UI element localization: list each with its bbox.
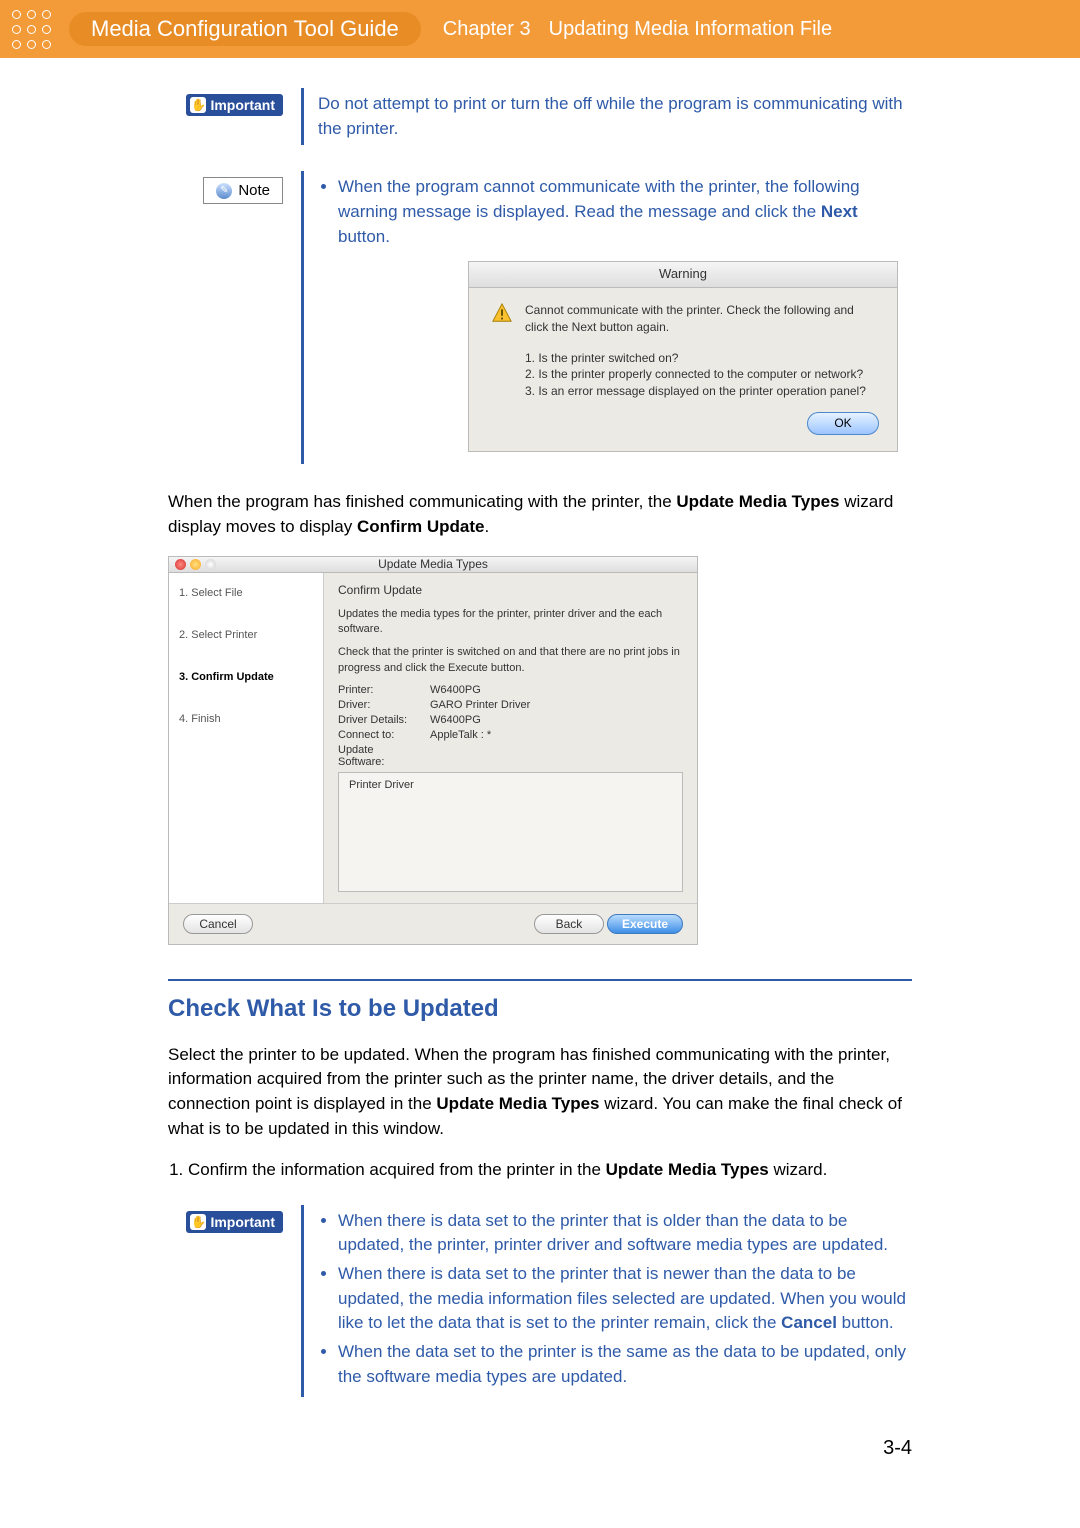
page-header: Media Configuration Tool Guide Chapter 3… bbox=[0, 0, 1080, 58]
note-body: When the program cannot communicate with… bbox=[301, 171, 912, 464]
wizard-desc: Check that the printer is switched on an… bbox=[338, 645, 683, 676]
important-badge: ✋ Important bbox=[186, 94, 283, 116]
warning-icon bbox=[491, 302, 513, 324]
pencil-icon: ✎ bbox=[216, 183, 232, 199]
chapter-label: Chapter 3 bbox=[443, 18, 531, 41]
wizard-desc: Updates the media types for the printer,… bbox=[338, 607, 683, 638]
list-item: Printer Driver bbox=[349, 779, 672, 791]
execute-button[interactable]: Execute bbox=[607, 914, 683, 934]
warning-dialog: Warning Cannot communicate with the prin… bbox=[468, 261, 898, 452]
important-body-2: When there is data set to the printer th… bbox=[301, 1205, 912, 1397]
important-bullet: When there is data set to the printer th… bbox=[338, 1209, 912, 1258]
important-text: Do not attempt to print or turn the off … bbox=[301, 88, 912, 145]
note-label: Note bbox=[238, 182, 270, 199]
important-bullet: When the data set to the printer is the … bbox=[338, 1340, 912, 1389]
wizard-title: Update Media Types bbox=[169, 557, 697, 571]
step-1: Confirm the information acquired from th… bbox=[188, 1157, 912, 1183]
important-bullet: When there is data set to the printer th… bbox=[338, 1262, 912, 1336]
note-badge: ✎ Note bbox=[203, 177, 283, 204]
wizard-step: 1. Select File bbox=[179, 587, 313, 599]
wizard-steps: 1. Select File 2. Select Printer 3. Conf… bbox=[169, 573, 324, 903]
chapter-breadcrumb: Chapter 3 Updating Media Information Fil… bbox=[443, 18, 832, 41]
wizard-step: 2. Select Printer bbox=[179, 629, 313, 641]
hand-icon: ✋ bbox=[190, 97, 206, 113]
update-software-listbox[interactable]: Printer Driver bbox=[338, 772, 683, 892]
wizard-step-active: 3. Confirm Update bbox=[179, 671, 313, 683]
important-label: Important bbox=[210, 1214, 275, 1230]
confirm-update-para: When the program has finished communicat… bbox=[168, 490, 912, 539]
hand-icon: ✋ bbox=[190, 1214, 206, 1230]
note-bullet: When the program cannot communicate with… bbox=[338, 175, 912, 452]
back-button[interactable]: Back bbox=[534, 914, 604, 934]
dialog-title: Warning bbox=[469, 262, 897, 288]
header-dots-icon bbox=[12, 10, 51, 49]
section-para: Select the printer to be updated. When t… bbox=[168, 1043, 912, 1142]
wizard-heading: Confirm Update bbox=[338, 583, 683, 597]
section-heading: Check What Is to be Updated bbox=[168, 995, 912, 1023]
page-number: 3-4 bbox=[168, 1437, 912, 1460]
wizard-step: 4. Finish bbox=[179, 713, 313, 725]
cancel-button[interactable]: Cancel bbox=[183, 914, 253, 934]
important-label: Important bbox=[210, 97, 275, 113]
dialog-message: Cannot communicate with the printer. Che… bbox=[525, 302, 875, 400]
section-divider bbox=[168, 979, 912, 981]
step-list: Confirm the information acquired from th… bbox=[188, 1157, 912, 1183]
update-media-types-wizard: Update Media Types 1. Select File 2. Sel… bbox=[168, 556, 698, 945]
ok-button[interactable]: OK bbox=[807, 412, 879, 435]
important-badge: ✋ Important bbox=[186, 1211, 283, 1233]
chapter-title: Updating Media Information File bbox=[549, 18, 832, 41]
guide-title: Media Configuration Tool Guide bbox=[69, 12, 421, 46]
